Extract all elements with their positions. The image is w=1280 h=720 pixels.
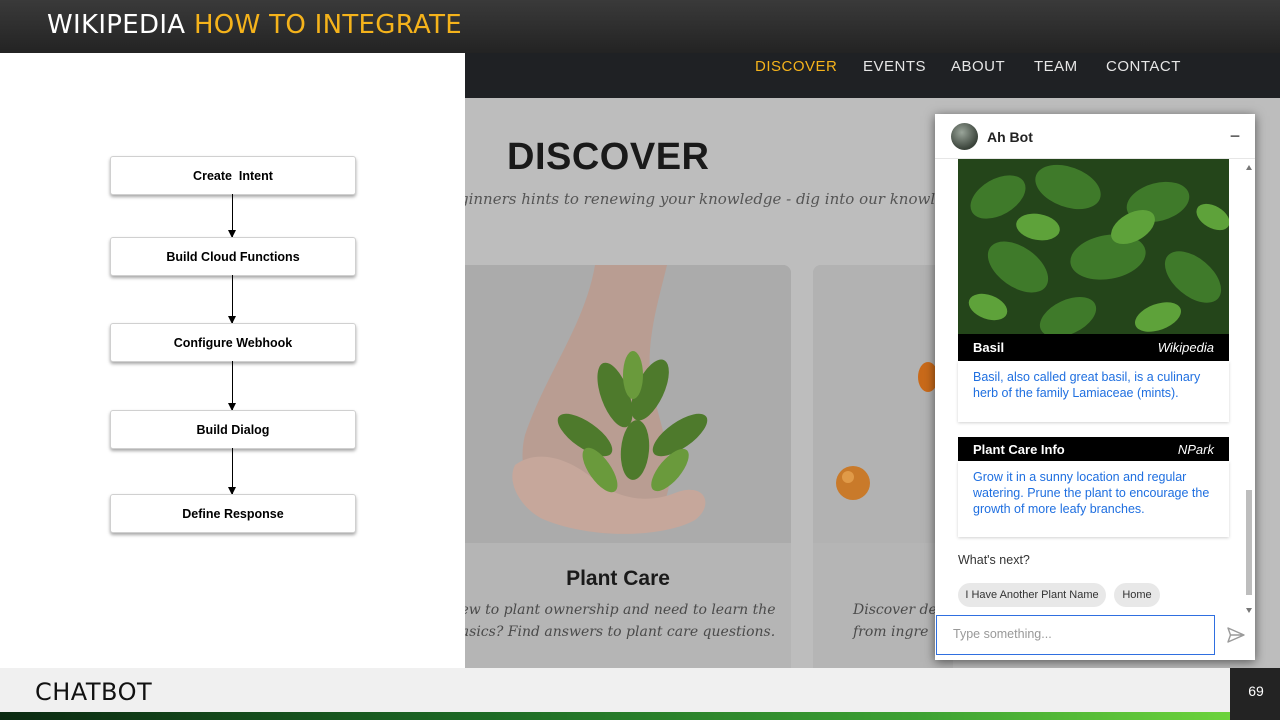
minus-icon: − <box>1229 126 1241 146</box>
send-button[interactable] <box>1225 624 1247 646</box>
basil-card-title: Basil <box>973 340 1005 355</box>
page-number-box: 69 <box>1230 668 1280 720</box>
send-icon <box>1227 627 1245 643</box>
site-nav: DISCOVER EVENTS ABOUT TEAM CONTACT <box>465 53 1280 98</box>
chat-scrollbar[interactable] <box>1245 165 1253 613</box>
flow-step-build-dialog: Build Dialog <box>110 410 356 449</box>
slide-header: WIKIPEDIA HOW TO INTEGRATE <box>0 0 1280 53</box>
nav-team[interactable]: TEAM <box>1034 58 1078 75</box>
whats-next-prompt: What's next? <box>958 553 1030 567</box>
chip-another-plant[interactable]: I Have Another Plant Name <box>958 583 1106 607</box>
slide-title: WIKIPEDIA HOW TO INTEGRATE <box>47 10 462 40</box>
chat-input-box[interactable] <box>936 615 1215 655</box>
care-card-title: Plant Care Info <box>973 442 1065 457</box>
scroll-thumb[interactable] <box>1246 490 1252 595</box>
discover-card-image <box>813 265 953 543</box>
slide-title-highlight: HOW TO INTEGRATE <box>193 10 463 40</box>
page-number: 69 <box>1248 683 1264 699</box>
nav-contact[interactable]: CONTACT <box>1106 58 1181 75</box>
bot-name: Ah Bot <box>987 129 1033 145</box>
chip-home[interactable]: Home <box>1114 583 1160 607</box>
flow-diagram: Create Intent Build Cloud Functions Conf… <box>0 53 465 668</box>
nav-about[interactable]: ABOUT <box>951 58 1005 75</box>
care-card-header: Plant Care Info NPark <box>958 437 1229 461</box>
discover-card-description: Discover del from ingre <box>853 602 942 640</box>
plant-care-title: Plant Care <box>566 567 670 590</box>
flow-step-define-response: Define Response <box>110 494 356 533</box>
footer-accent-bar <box>0 712 1230 720</box>
care-card-text[interactable]: Grow it in a sunny location and regular … <box>973 469 1218 517</box>
flow-arrow <box>228 361 236 411</box>
care-card-source: NPark <box>1177 442 1214 457</box>
avatar <box>951 123 978 150</box>
flow-arrow <box>228 448 236 495</box>
flow-step-create-intent: Create Intent <box>110 156 356 195</box>
discover-heading: DISCOVER <box>507 136 710 178</box>
nav-discover[interactable]: DISCOVER <box>755 58 837 75</box>
minimize-button[interactable]: − <box>1225 122 1245 150</box>
chatbot-window: Ah Bot − Basil Wikipedia Basil, also cal… <box>935 114 1255 660</box>
flow-arrow <box>228 194 236 238</box>
basil-card-header: Basil Wikipedia <box>958 334 1229 361</box>
slide-title-main: WIKIPEDIA <box>47 10 186 40</box>
care-card-body: Grow it in a sunny location and regular … <box>958 461 1229 537</box>
slide-footer: CHATBOT <box>0 668 1230 712</box>
discover-card[interactable]: Discover del from ingre <box>813 265 953 668</box>
chat-messages[interactable]: Basil Wikipedia Basil, also called great… <box>935 159 1255 614</box>
chat-header: Ah Bot − <box>935 114 1255 159</box>
plant-care-description: ew to plant ownership and need to learn … <box>465 602 776 640</box>
plant-care-card[interactable]: Plant Care ew to plant ownership and nee… <box>465 265 791 668</box>
basil-card-text[interactable]: Basil, also called great basil, is a cul… <box>973 369 1218 401</box>
scroll-down-icon[interactable] <box>1246 608 1252 613</box>
plant-care-image <box>465 265 791 543</box>
scroll-up-icon[interactable] <box>1246 165 1252 170</box>
flow-arrow <box>228 275 236 324</box>
basil-card-body: Basil, also called great basil, is a cul… <box>958 361 1229 422</box>
basil-card-source: Wikipedia <box>1157 340 1214 355</box>
flow-step-configure-webhook: Configure Webhook <box>110 323 356 362</box>
nav-events[interactable]: EVENTS <box>863 58 926 75</box>
flow-step-build-cloud-functions: Build Cloud Functions <box>110 237 356 276</box>
footer-label: CHATBOT <box>35 678 153 706</box>
chat-input[interactable] <box>951 626 1205 642</box>
basil-image <box>958 159 1229 334</box>
discover-subheading: ginners hints to renewing your knowledge… <box>465 190 977 208</box>
